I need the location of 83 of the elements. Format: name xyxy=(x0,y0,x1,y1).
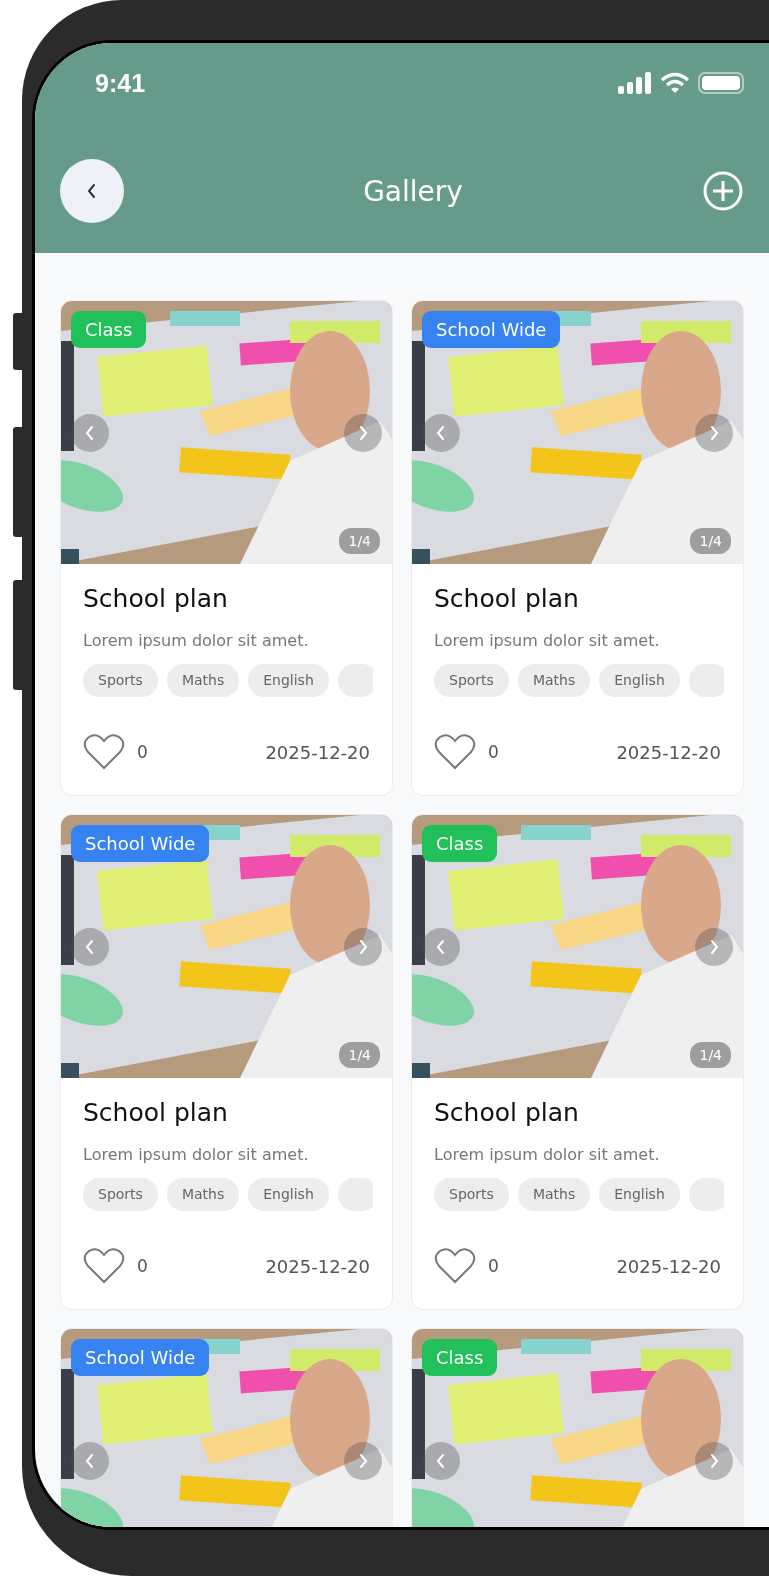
gallery-card[interactable]: Class 1/4 School plan Lorem ipsum dolor sit amet. Sports Maths English 0 2025-12-20 xyxy=(411,814,744,1310)
signal-icon xyxy=(618,72,652,94)
card-date: 2025-12-20 xyxy=(265,1255,370,1277)
card-date: 2025-12-20 xyxy=(616,741,721,763)
chevron-left-icon xyxy=(84,939,96,955)
previous-button[interactable] xyxy=(422,928,460,966)
like-count: 0 xyxy=(137,742,148,762)
chevron-right-icon xyxy=(708,939,720,955)
next-button[interactable] xyxy=(695,928,733,966)
next-button[interactable] xyxy=(695,1442,733,1480)
category-badge: Class xyxy=(71,311,147,348)
plus-circle-icon xyxy=(702,170,744,212)
previous-button[interactable] xyxy=(71,1442,109,1480)
card-title: School plan xyxy=(434,584,580,613)
tag-chip: English xyxy=(248,1178,329,1211)
tag-chip: Sports xyxy=(434,664,509,697)
card-title: School plan xyxy=(83,584,229,613)
card-title: School plan xyxy=(83,1098,229,1127)
add-button[interactable] xyxy=(702,170,744,212)
corner-mark xyxy=(61,1063,79,1078)
like-count: 0 xyxy=(488,1256,499,1276)
next-button[interactable] xyxy=(344,928,382,966)
heart-icon[interactable] xyxy=(434,1247,476,1285)
chevron-right-icon xyxy=(708,425,720,441)
chevron-right-icon xyxy=(357,939,369,955)
like-count: 0 xyxy=(488,742,499,762)
next-button[interactable] xyxy=(344,1442,382,1480)
tag-chip: Sports xyxy=(434,1178,509,1211)
image-counter: 1/4 xyxy=(690,1042,731,1068)
tag-chip: Maths xyxy=(166,1178,240,1211)
corner-mark xyxy=(61,549,79,564)
image-counter: 1/4 xyxy=(339,528,380,554)
category-badge: School Wide xyxy=(71,825,210,862)
card-description: Lorem ipsum dolor sit amet. xyxy=(83,1145,310,1164)
tag-chip: Maths xyxy=(166,664,240,697)
previous-button[interactable] xyxy=(71,414,109,452)
chevron-left-icon xyxy=(84,1453,96,1469)
image-counter: 1/4 xyxy=(690,528,731,554)
tag-chip: Maths xyxy=(517,1178,591,1211)
gallery-card[interactable]: Class 1/4 School plan Lorem ipsum dolor sit amet. Sports Maths English 0 2025-12-20 xyxy=(60,300,393,796)
category-badge: School Wide xyxy=(422,311,561,348)
previous-button[interactable] xyxy=(71,928,109,966)
battery-icon xyxy=(698,72,744,94)
card-description: Lorem ipsum dolor sit amet. xyxy=(83,631,310,650)
next-button[interactable] xyxy=(695,414,733,452)
image-counter: 1/4 xyxy=(339,1042,380,1068)
tag-chip: Maths xyxy=(517,664,591,697)
corner-mark xyxy=(412,1063,430,1078)
heart-icon[interactable] xyxy=(434,733,476,771)
chevron-right-icon xyxy=(357,1453,369,1469)
tag-chip: English xyxy=(248,664,329,697)
tag-chip: English xyxy=(599,664,680,697)
gallery-card[interactable]: School Wide 1/4 School plan Lorem ipsum dolor sit amet. Sports Maths English 0 2025-12-20 xyxy=(60,814,393,1310)
tag-chip: English xyxy=(599,1178,680,1211)
chevron-left-icon xyxy=(84,425,96,441)
wifi-icon xyxy=(660,72,690,94)
heart-icon[interactable] xyxy=(83,733,125,771)
chevron-right-icon xyxy=(357,425,369,441)
card-date: 2025-12-20 xyxy=(265,741,370,763)
previous-button[interactable] xyxy=(422,1442,460,1480)
card-description: Lorem ipsum dolor sit amet. xyxy=(434,1145,661,1164)
tag-chip: Sports xyxy=(83,664,158,697)
card-date: 2025-12-20 xyxy=(616,1255,721,1277)
category-badge: School Wide xyxy=(71,1339,210,1376)
chevron-left-icon xyxy=(435,1453,447,1469)
tag-chip: Sports xyxy=(83,1178,158,1211)
chevron-left-icon xyxy=(435,425,447,441)
card-description: Lorem ipsum dolor sit amet. xyxy=(434,631,661,650)
page-title: Gallery xyxy=(363,174,463,208)
chevron-left-icon xyxy=(435,939,447,955)
category-badge: Class xyxy=(422,825,498,862)
chevron-right-icon xyxy=(708,1453,720,1469)
status-time: 9:41 xyxy=(95,68,146,98)
card-title: School plan xyxy=(434,1098,580,1127)
category-badge: Class xyxy=(422,1339,498,1376)
chevron-left-icon xyxy=(86,183,98,199)
like-count: 0 xyxy=(137,1256,148,1276)
gallery-card[interactable]: School Wide xyxy=(60,1328,393,1527)
next-button[interactable] xyxy=(344,414,382,452)
previous-button[interactable] xyxy=(422,414,460,452)
corner-mark xyxy=(412,549,430,564)
heart-icon[interactable] xyxy=(83,1247,125,1285)
gallery-card[interactable]: School Wide 1/4 School plan Lorem ipsum dolor sit amet. Sports Maths English 0 2025-12-20 xyxy=(411,300,744,796)
